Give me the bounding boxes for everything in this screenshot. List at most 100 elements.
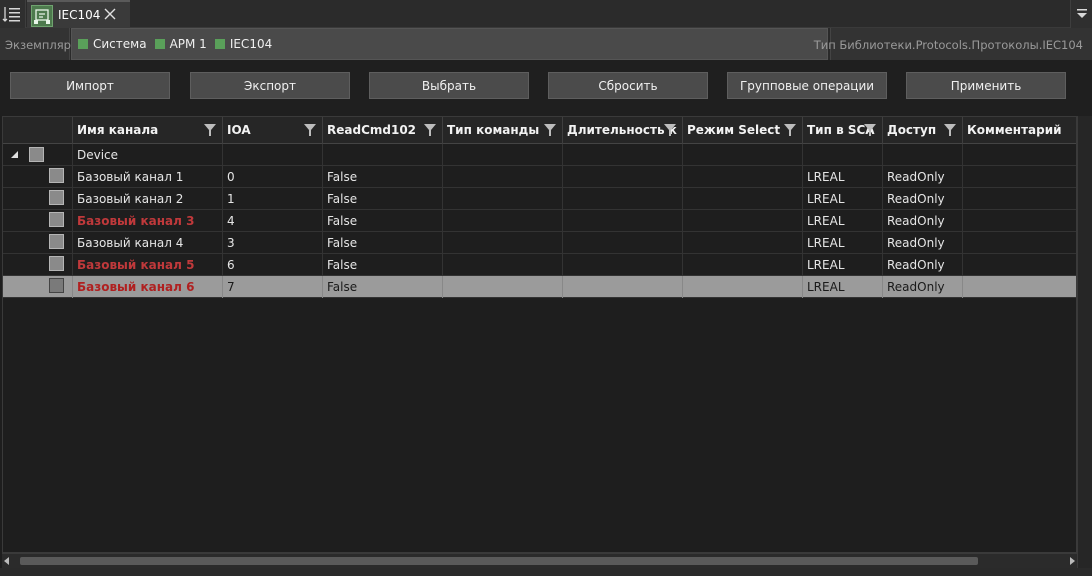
header-comment[interactable]: Комментарий bbox=[963, 117, 1076, 144]
scroll-right-arrow-icon[interactable] bbox=[1070, 557, 1075, 565]
ioa-value[interactable]: 0 bbox=[223, 166, 323, 188]
horizontal-scrollbar[interactable] bbox=[2, 553, 1077, 568]
select-mode-value[interactable] bbox=[683, 210, 803, 232]
filter-icon[interactable] bbox=[544, 124, 556, 136]
channel-name[interactable]: Базовый канал 1 bbox=[73, 166, 223, 188]
scada-type-value[interactable]: LREAL bbox=[803, 188, 883, 210]
select-mode-value[interactable] bbox=[683, 188, 803, 210]
duration-value[interactable] bbox=[563, 188, 683, 210]
select-mode-value[interactable] bbox=[683, 276, 803, 298]
channel-name[interactable]: Базовый канал 3 bbox=[73, 210, 223, 232]
duration-value[interactable] bbox=[563, 276, 683, 298]
filter-icon[interactable] bbox=[304, 124, 316, 136]
table-row-selected[interactable]: Базовый канал 6 7 False LREAL ReadOnly bbox=[3, 276, 1076, 298]
command-type-value[interactable] bbox=[443, 276, 563, 298]
row-checkbox[interactable] bbox=[49, 168, 64, 183]
table-row[interactable]: Базовый канал 4 3 False LREAL ReadOnly bbox=[3, 232, 1076, 254]
header-readcmd102[interactable]: ReadCmd102 bbox=[323, 117, 443, 144]
row-checkbox[interactable] bbox=[49, 256, 64, 271]
access-value[interactable]: ReadOnly bbox=[883, 232, 963, 254]
table-row[interactable]: Базовый канал 3 4 False LREAL ReadOnly bbox=[3, 210, 1076, 232]
select-mode-value[interactable] bbox=[683, 254, 803, 276]
comment-value[interactable] bbox=[963, 276, 1076, 298]
channel-name[interactable]: Базовый канал 5 bbox=[73, 254, 223, 276]
command-type-value[interactable] bbox=[443, 232, 563, 254]
readcmd-value[interactable]: False bbox=[323, 166, 443, 188]
import-button[interactable]: Импорт bbox=[10, 72, 170, 99]
filter-icon[interactable] bbox=[664, 124, 676, 136]
scada-type-value[interactable]: LREAL bbox=[803, 276, 883, 298]
readcmd-value[interactable]: False bbox=[323, 254, 443, 276]
vertical-scrollbar[interactable] bbox=[1077, 116, 1092, 568]
apply-button[interactable]: Применить bbox=[906, 72, 1066, 99]
filter-icon[interactable] bbox=[784, 124, 796, 136]
channel-name[interactable]: Базовый канал 2 bbox=[73, 188, 223, 210]
select-button[interactable]: Выбрать bbox=[369, 72, 529, 99]
close-icon[interactable] bbox=[102, 6, 118, 22]
comment-value[interactable] bbox=[963, 210, 1076, 232]
channel-name[interactable]: Базовый канал 6 bbox=[73, 276, 223, 298]
export-button[interactable]: Экспорт bbox=[190, 72, 350, 99]
header-scada-type[interactable]: Тип в SCA bbox=[803, 117, 883, 144]
header-ioa[interactable]: IOA bbox=[223, 117, 323, 144]
ioa-value[interactable]: 4 bbox=[223, 210, 323, 232]
ioa-value[interactable]: 7 bbox=[223, 276, 323, 298]
ioa-value[interactable]: 1 bbox=[223, 188, 323, 210]
reset-button[interactable]: Сбросить bbox=[548, 72, 708, 99]
command-type-value[interactable] bbox=[443, 254, 563, 276]
duration-value[interactable] bbox=[563, 254, 683, 276]
access-value[interactable]: ReadOnly bbox=[883, 210, 963, 232]
tab-overflow-button[interactable] bbox=[1070, 0, 1092, 28]
row-checkbox[interactable] bbox=[49, 212, 64, 227]
duration-value[interactable] bbox=[563, 166, 683, 188]
scroll-thumb[interactable] bbox=[20, 557, 978, 565]
comment-value[interactable] bbox=[963, 166, 1076, 188]
readcmd-value[interactable]: False bbox=[323, 276, 443, 298]
duration-value[interactable] bbox=[563, 232, 683, 254]
comment-value[interactable] bbox=[963, 232, 1076, 254]
command-type-value[interactable] bbox=[443, 166, 563, 188]
breadcrumb-item-arm1[interactable]: АРМ 1 bbox=[154, 37, 207, 51]
row-checkbox[interactable] bbox=[49, 278, 64, 293]
ioa-value[interactable]: 6 bbox=[223, 254, 323, 276]
breadcrumb-item-iec104[interactable]: IEC104 bbox=[214, 37, 272, 51]
scada-type-value[interactable]: LREAL bbox=[803, 232, 883, 254]
scada-type-value[interactable]: LREAL bbox=[803, 254, 883, 276]
readcmd-value[interactable]: False bbox=[323, 188, 443, 210]
header-channel-name[interactable]: Имя канала bbox=[73, 117, 223, 144]
select-mode-value[interactable] bbox=[683, 166, 803, 188]
readcmd-value[interactable]: False bbox=[323, 210, 443, 232]
readcmd-value[interactable]: False bbox=[323, 232, 443, 254]
header-command-type[interactable]: Тип команды bbox=[443, 117, 563, 144]
access-value[interactable]: ReadOnly bbox=[883, 166, 963, 188]
header-select-mode[interactable]: Режим Select bbox=[683, 117, 803, 144]
scada-type-value[interactable]: LREAL bbox=[803, 210, 883, 232]
table-row[interactable]: Базовый канал 1 0 False LREAL ReadOnly bbox=[3, 166, 1076, 188]
command-type-value[interactable] bbox=[443, 210, 563, 232]
access-value[interactable]: ReadOnly bbox=[883, 254, 963, 276]
table-row[interactable]: Базовый канал 2 1 False LREAL ReadOnly bbox=[3, 188, 1076, 210]
row-checkbox[interactable] bbox=[49, 190, 64, 205]
duration-value[interactable] bbox=[563, 210, 683, 232]
tab-list-button[interactable] bbox=[0, 0, 26, 28]
header-duration[interactable]: Длительность к bbox=[563, 117, 683, 144]
group-row[interactable]: Device bbox=[3, 144, 1076, 166]
ioa-value[interactable]: 3 bbox=[223, 232, 323, 254]
row-checkbox[interactable] bbox=[49, 234, 64, 249]
access-value[interactable]: ReadOnly bbox=[883, 188, 963, 210]
filter-icon[interactable] bbox=[204, 124, 216, 136]
scroll-left-arrow-icon[interactable] bbox=[4, 557, 9, 565]
table-row[interactable]: Базовый канал 5 6 False LREAL ReadOnly bbox=[3, 254, 1076, 276]
comment-value[interactable] bbox=[963, 188, 1076, 210]
command-type-value[interactable] bbox=[443, 188, 563, 210]
group-operations-button[interactable]: Групповые операции bbox=[727, 72, 887, 99]
filter-icon[interactable] bbox=[864, 124, 876, 136]
filter-icon[interactable] bbox=[424, 124, 436, 136]
access-value[interactable]: ReadOnly bbox=[883, 276, 963, 298]
filter-icon[interactable] bbox=[944, 124, 956, 136]
breadcrumb-item-system[interactable]: Система bbox=[78, 37, 147, 51]
header-access[interactable]: Доступ bbox=[883, 117, 963, 144]
tab-iec104[interactable]: IEC104 bbox=[27, 0, 130, 28]
comment-value[interactable] bbox=[963, 254, 1076, 276]
select-mode-value[interactable] bbox=[683, 232, 803, 254]
